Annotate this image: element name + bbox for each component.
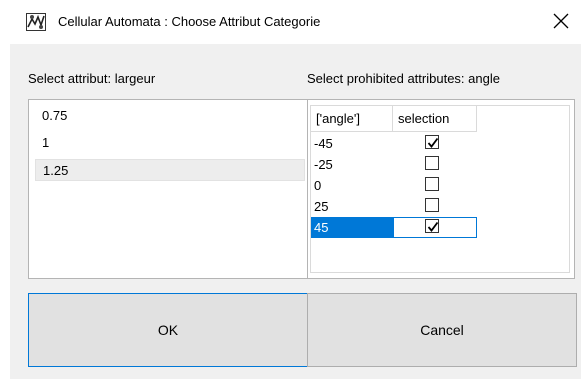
list-item[interactable]: 0.75 [29,105,307,127]
prohibited-attributes-label: Select prohibited attributes: angle [307,71,500,86]
checkmark-icon [427,221,439,232]
table-row-selected[interactable]: 45 [311,217,477,238]
column-header-selection[interactable]: selection [393,106,477,132]
list-item-selected[interactable]: 1.25 [35,159,305,181]
table-row[interactable]: 0 [311,175,477,196]
selection-cell[interactable] [393,133,477,154]
dialog-window: Cellular Automata : Choose Attribut Cate… [10,0,581,379]
angle-cell[interactable]: -45 [311,133,393,154]
attribut-label: Select attribut: largeur [28,71,156,86]
angle-cell[interactable]: 0 [311,175,393,196]
app-icon [26,13,46,31]
selection-checkbox[interactable] [425,156,439,170]
column-header-angle[interactable]: ['angle'] [311,106,393,132]
selection-cell[interactable] [393,154,477,175]
ok-button[interactable]: OK [28,293,308,367]
title-bar[interactable]: Cellular Automata : Choose Attribut Cate… [10,0,581,44]
table-grid: ['angle'] selection -45 -25 0 25 45 [310,105,570,273]
selection-cell[interactable] [393,217,477,238]
angle-cell[interactable]: -25 [311,154,393,175]
table-row[interactable]: -45 [311,133,477,154]
cancel-button[interactable]: Cancel [307,293,577,367]
table-row[interactable]: 25 [311,196,477,217]
selection-checkbox[interactable] [425,198,439,212]
angle-cell[interactable]: 45 [311,217,393,238]
selection-checkbox[interactable] [425,135,439,149]
window-title: Cellular Automata : Choose Attribut Cate… [58,14,321,29]
attribut-list[interactable]: 0.75 1 1.25 [28,99,308,279]
selection-checkbox[interactable] [425,219,439,233]
checkmark-icon [427,137,439,148]
prohibited-attributes-table[interactable]: ['angle'] selection -45 -25 0 25 45 [307,99,575,279]
list-item[interactable]: 1 [29,132,307,154]
close-icon[interactable] [551,11,571,31]
selection-cell[interactable] [393,196,477,217]
angle-cell[interactable]: 25 [311,196,393,217]
selection-checkbox[interactable] [425,177,439,191]
selection-cell[interactable] [393,175,477,196]
table-row[interactable]: -25 [311,154,477,175]
